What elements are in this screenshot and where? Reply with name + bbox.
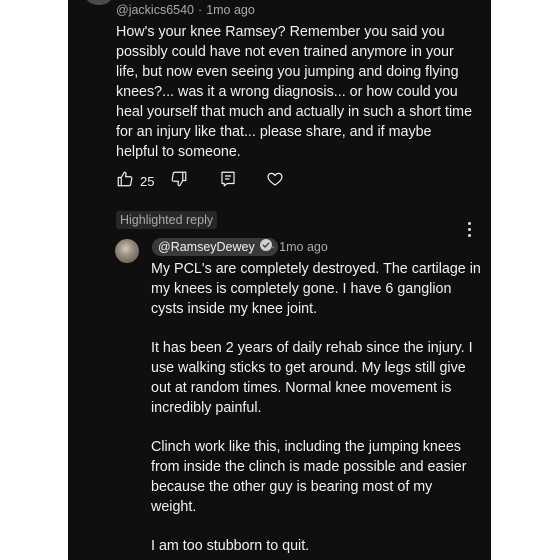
more-dot (467, 227, 471, 231)
reply-paragraph: Clinch work like this, including the jum… (151, 439, 467, 515)
verified-check-icon (259, 238, 272, 256)
reply-meta-separator: · (271, 240, 276, 254)
reply-paragraph: It has been 2 years of daily rehab since… (151, 340, 473, 416)
meta-separator: · (198, 3, 203, 17)
reply-time[interactable]: 1mo ago (279, 240, 328, 254)
reply-icon (219, 170, 237, 193)
like-button[interactable]: 25 (116, 170, 154, 192)
reply-meta: · 1mo ago (271, 240, 328, 254)
comments-panel: @jackics6540 · 1mo ago How's your knee Ram… (68, 0, 491, 560)
comment-meta: @jackics6540 · 1mo ago (116, 3, 255, 17)
dislike-button[interactable] (170, 170, 188, 192)
heart-icon (266, 170, 284, 193)
comment-text: How's your knee Ramsey? Remember you sai… (116, 24, 473, 160)
thumbs-down-icon (170, 170, 188, 193)
reply-text: My PCL's are completely destroyed. The c… (151, 259, 481, 560)
thumbs-up-icon (116, 170, 134, 193)
heart-button[interactable] (266, 170, 284, 192)
like-count: 25 (140, 173, 155, 189)
reply-button[interactable] (219, 170, 237, 192)
reply-paragraph: My PCL's are completely destroyed. The c… (151, 261, 481, 317)
reply-paragraph: I am too stubborn to quit. (151, 538, 310, 554)
reply-author-avatar[interactable] (115, 239, 139, 263)
more-dot (467, 221, 471, 225)
comment-author[interactable]: @jackics6540 (116, 3, 194, 17)
reply-author-chip[interactable]: @RamseyDewey (152, 238, 278, 256)
more-dot (467, 233, 471, 237)
more-vertical-icon[interactable] (461, 219, 477, 239)
commenter-avatar[interactable] (85, 0, 113, 5)
comment-time[interactable]: 1mo ago (206, 3, 255, 17)
highlighted-reply-badge: Highlighted reply (116, 211, 218, 229)
reply-author-name: @RamseyDewey (158, 240, 255, 254)
